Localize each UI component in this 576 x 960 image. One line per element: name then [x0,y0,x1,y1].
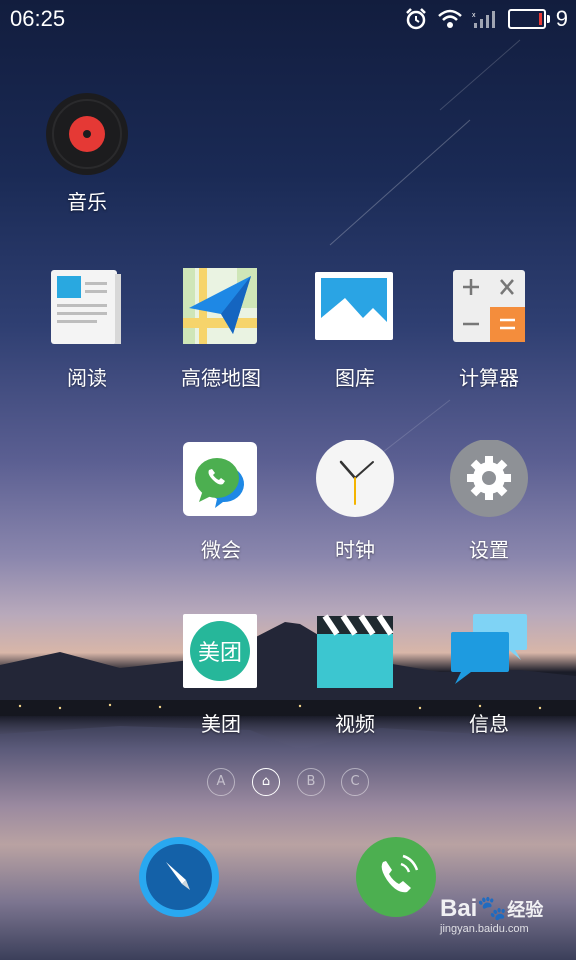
app-label: 音乐 [67,190,107,214]
alarm-icon [405,8,426,30]
phone-icon [356,837,436,917]
app-label: 图库 [335,366,375,390]
paw-icon: 🐾 [477,895,508,922]
clapperboard-icon [317,614,394,688]
app-music[interactable]: 音乐 [22,92,152,215]
music-icon [46,93,128,175]
app-label: 视频 [335,712,375,736]
app-reading[interactable]: 阅读 [22,268,152,391]
app-label: 信息 [469,712,509,736]
battery-level: 9 [555,6,568,31]
dock-browser[interactable] [138,836,220,918]
baidu-watermark: Bai🐾经验 jingyan.baidu.com [440,894,543,935]
gallery-icon [315,272,393,340]
app-label: 计算器 [459,366,519,390]
dock-phone[interactable] [355,836,437,918]
watermark-brand2: 经验 [507,900,544,920]
app-label: 阅读 [67,366,107,390]
app-settings[interactable]: 设置 [424,439,554,563]
page-indicator: A ⌂ B C [0,768,576,798]
gear-icon [450,439,528,517]
amap-icon [183,268,257,344]
app-weihui[interactable]: 微会 [156,440,286,563]
svg-text:x: x [472,12,476,19]
app-video[interactable]: 视频 [290,614,420,737]
app-meituan[interactable]: 美团 美团 [156,614,286,737]
app-clock[interactable]: 时钟 [290,439,420,563]
app-messages[interactable]: 信息 [424,614,554,737]
reading-icon [51,270,121,344]
status-bar: 06:25 x 9 [0,0,576,40]
wifi-icon [437,9,462,28]
messages-icon [451,614,527,684]
app-label: 设置 [469,538,509,562]
page-dot-c[interactable]: C [341,768,369,796]
page-dot-b[interactable]: B [297,768,325,796]
meituan-icon-text: 美团 [198,641,242,666]
watermark-brand: Bai [440,895,478,922]
app-label: 高德地图 [181,366,261,390]
app-label: 美团 [201,712,241,736]
app-label: 微会 [201,538,241,562]
compass-icon [139,837,219,917]
status-icons: x 9 [404,6,568,32]
calculator-icon [453,270,525,342]
clock-icon [316,439,394,517]
app-label: 时钟 [335,538,375,562]
signal-icon: x [472,11,495,28]
page-dot-a[interactable]: A [207,768,235,796]
battery-icon [507,9,550,29]
watermark-url: jingyan.baidu.com [440,923,529,935]
page-dot-home[interactable]: ⌂ [252,768,280,796]
status-time: 06:25 [10,6,66,31]
meituan-icon: 美团 [183,614,257,688]
app-gallery[interactable]: 图库 [290,268,420,391]
app-calculator[interactable]: 计算器 [424,268,554,391]
chat-phone-icon [183,442,257,516]
app-amap[interactable]: 高德地图 [156,268,286,391]
